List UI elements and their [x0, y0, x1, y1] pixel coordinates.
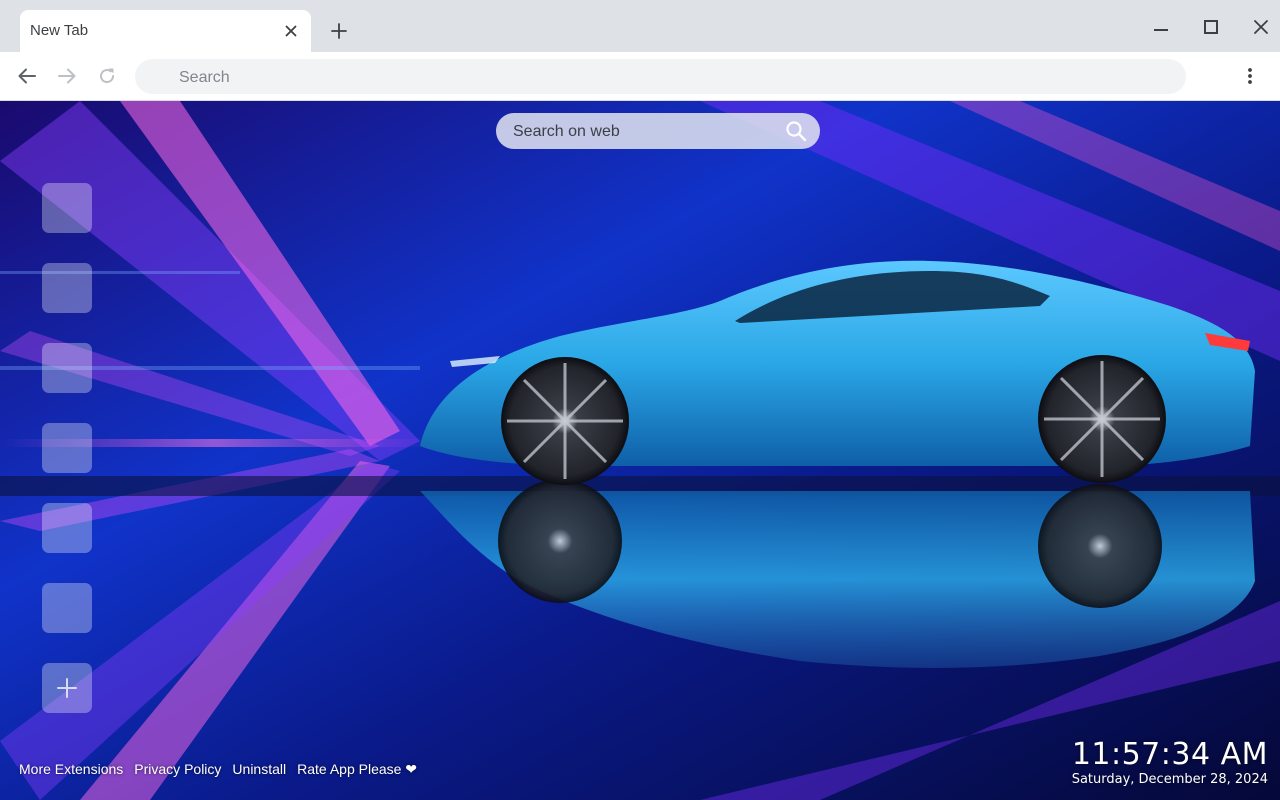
browser-window: New Tab Search Search on web More Extens… — [0, 0, 1280, 800]
rate-app-link[interactable]: Rate App Please ❤ — [297, 761, 417, 778]
uninstall-link[interactable]: Uninstall — [232, 761, 286, 778]
shortcut-tile[interactable] — [42, 503, 92, 553]
maximize-button[interactable] — [1198, 14, 1224, 40]
arrow-forward-icon — [58, 68, 76, 84]
tab-close-button[interactable] — [281, 21, 301, 41]
shortcut-tile[interactable] — [42, 423, 92, 473]
clock-date: Saturday, December 28, 2024 — [1071, 772, 1268, 787]
toolbar — [0, 52, 1280, 101]
kebab-menu-icon — [1248, 68, 1252, 84]
tab-new-tab[interactable]: New Tab — [20, 10, 311, 52]
more-extensions-link[interactable]: More Extensions — [19, 761, 123, 778]
close-icon — [1254, 20, 1268, 34]
shortcut-tile[interactable] — [42, 263, 92, 313]
forward-button[interactable] — [54, 63, 80, 89]
minimize-button[interactable] — [1148, 14, 1174, 40]
new-tab-button[interactable] — [326, 18, 352, 44]
shortcut-tile[interactable] — [42, 343, 92, 393]
clock-time: 11:57:34 AM — [1071, 737, 1268, 772]
omnibox[interactable] — [135, 59, 1186, 96]
add-shortcut-button[interactable] — [42, 663, 92, 713]
maximize-icon — [1204, 20, 1218, 34]
privacy-policy-link[interactable]: Privacy Policy — [134, 761, 221, 778]
arrow-back-icon — [18, 68, 36, 84]
close-window-button[interactable] — [1248, 14, 1274, 40]
reload-icon — [100, 68, 115, 84]
shortcut-tile[interactable] — [42, 583, 92, 633]
search-icon[interactable] — [784, 119, 808, 143]
minimize-icon — [1154, 29, 1168, 31]
plus-icon — [57, 678, 77, 698]
plus-icon — [331, 23, 347, 39]
web-search-input[interactable] — [511, 113, 775, 151]
browser-menu-button[interactable] — [1237, 63, 1263, 89]
omnibox-input[interactable] — [177, 59, 1171, 96]
back-button[interactable] — [14, 63, 40, 89]
close-icon — [285, 25, 297, 37]
web-search-box[interactable] — [496, 113, 820, 151]
reload-button[interactable] — [94, 63, 120, 89]
clock-widget: 11:57:34 AM Saturday, December 28, 2024 — [1072, 738, 1268, 788]
tab-strip: New Tab — [0, 0, 1280, 52]
wallpaper-image — [0, 101, 1280, 800]
new-tab-page: More Extensions Privacy Policy Uninstall… — [0, 101, 1280, 800]
shortcut-tile[interactable] — [42, 183, 92, 233]
tab-title: New Tab — [30, 22, 89, 39]
footer-links: More Extensions Privacy Policy Uninstall… — [19, 761, 417, 778]
